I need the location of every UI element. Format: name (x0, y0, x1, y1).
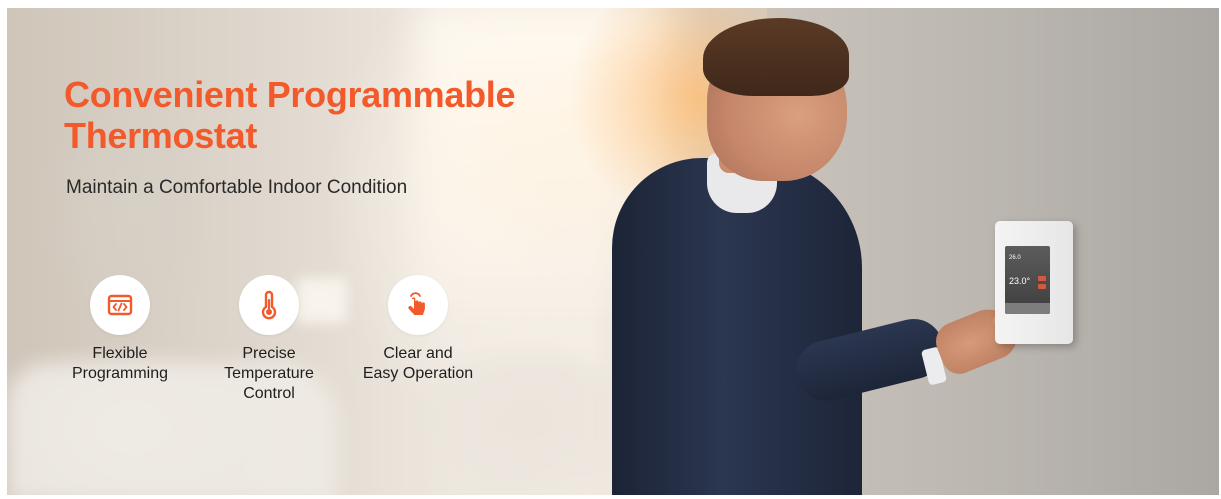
armchair-right (437, 368, 617, 495)
thermostat-top-temp: 26.0 (1009, 255, 1021, 261)
hero-banner: 26.0 23.0° Convenient Programmable Therm… (7, 8, 1219, 495)
touch-hand-icon (388, 275, 448, 335)
feature-precise-temperature-control: Precise Temperature Control (204, 275, 334, 404)
page-title: Convenient Programmable Thermostat (64, 74, 516, 156)
man-hair (703, 18, 849, 96)
thermostat-screen-bar (1005, 303, 1050, 314)
thermostat-screen: 26.0 23.0° (1005, 246, 1050, 314)
code-window-icon (90, 275, 150, 335)
feature-clear-easy-operation: Clear and Easy Operation (353, 275, 483, 384)
thermometer-icon (239, 275, 299, 335)
page-subtitle: Maintain a Comfortable Indoor Condition (66, 177, 408, 198)
feature-flexible-programming: Flexible Programming (55, 275, 185, 384)
title-line-2: Thermostat (64, 115, 258, 156)
title-line-1: Convenient Programmable (64, 74, 516, 115)
feature-label: Precise Temperature Control (224, 345, 314, 402)
thermostat-main-temp: 23.0° (1009, 276, 1031, 286)
thermostat-up-button (1038, 276, 1046, 281)
thermostat-device: 26.0 23.0° (995, 221, 1073, 344)
feature-label: Flexible Programming (71, 345, 169, 382)
thermostat-down-button (1038, 284, 1046, 289)
feature-label: Clear and Easy Operation (362, 345, 474, 382)
